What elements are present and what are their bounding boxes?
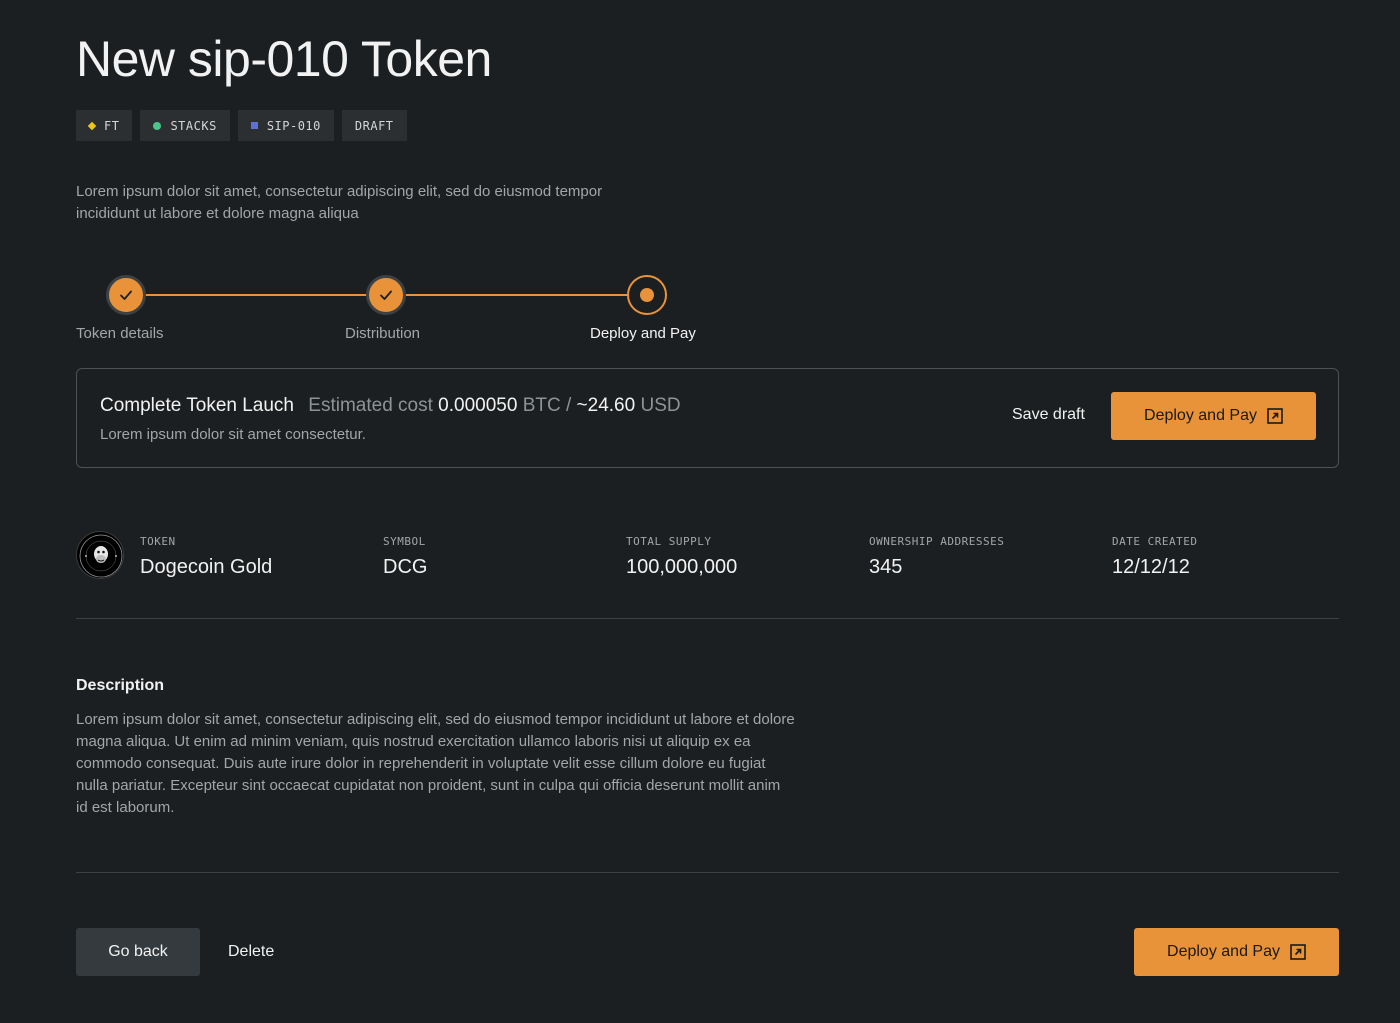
new-token-page: New sip-010 Token FT STACKS SIP-010 DRAF…: [0, 0, 1400, 1023]
date-created-field: DATE CREATED 12/12/12: [1112, 535, 1197, 579]
check-icon: [120, 290, 132, 300]
tag-list: FT STACKS SIP-010 DRAFT: [76, 110, 407, 141]
check-icon: [380, 290, 392, 300]
tag-stacks: STACKS: [140, 110, 230, 141]
page-title: New sip-010 Token: [76, 31, 492, 87]
launch-summary-card: Complete Token Lauch Estimated cost 0.00…: [76, 368, 1339, 468]
delete-button[interactable]: Delete: [228, 943, 274, 961]
symbol-label: SYMBOL: [383, 535, 426, 548]
section-divider: [76, 618, 1339, 619]
tag-label: DRAFT: [354, 118, 394, 133]
btc-unit: BTC /: [522, 395, 572, 416]
external-link-icon: [1267, 408, 1283, 424]
circle-icon: [153, 121, 162, 130]
description-body: Lorem ipsum dolor sit amet, consectetur …: [76, 711, 795, 816]
ownership-field: OWNERSHIP ADDRESSES 345: [869, 535, 1004, 579]
square-icon: [250, 122, 258, 129]
deploy-button-label: Deploy and Pay: [1144, 407, 1257, 424]
step-label-deploy[interactable]: Deploy and Pay: [590, 325, 696, 342]
date-created-value: 12/12/12: [1112, 556, 1190, 578]
step-distribution-indicator[interactable]: [366, 275, 406, 315]
symbol-field: SYMBOL DCG: [383, 535, 427, 579]
usd-value: ~24.60: [576, 395, 636, 416]
estimated-cost: Estimated cost 0.000050 BTC / ~24.60 USD: [308, 395, 680, 416]
go-back-button[interactable]: Go back: [76, 928, 200, 976]
footer-deploy-and-pay-button[interactable]: Deploy and Pay: [1134, 928, 1339, 976]
cost-prefix: Estimated cost: [308, 395, 433, 416]
token-info-row: TOKEN Dogecoin Gold SYMBOL DCG TOTAL SUP…: [76, 531, 1339, 591]
total-supply-field: TOTAL SUPPLY 100,000,000: [626, 535, 737, 579]
ownership-value: 345: [869, 556, 903, 578]
save-draft-button[interactable]: Save draft: [1012, 406, 1085, 424]
usd-unit: USD: [640, 395, 681, 416]
tag-draft: DRAFT: [341, 110, 407, 141]
total-supply-label: TOTAL SUPPLY: [626, 535, 712, 548]
intro-text: Lorem ipsum dolor sit amet, consectetur …: [76, 183, 603, 222]
total-supply-value: 100,000,000: [626, 556, 738, 578]
token-name-field: TOKEN Dogecoin Gold: [140, 535, 272, 579]
tag-label: STACKS: [170, 118, 217, 133]
step-connector: [386, 294, 629, 296]
diamond-icon: [87, 121, 97, 130]
deploy-and-pay-button[interactable]: Deploy and Pay: [1111, 392, 1316, 440]
tag-label: SIP-010: [266, 118, 321, 133]
step-deploy-indicator[interactable]: [627, 275, 667, 315]
token-label: TOKEN: [140, 535, 176, 548]
token-value: Dogecoin Gold: [140, 556, 273, 578]
symbol-value: DCG: [383, 556, 428, 578]
step-label-token-details[interactable]: Token details: [76, 325, 164, 342]
launch-heading: Complete Token Lauch Estimated cost 0.00…: [100, 395, 681, 417]
description-title: Description: [76, 677, 165, 694]
btc-value: 0.000050: [438, 395, 518, 416]
launch-subtitle: Lorem ipsum dolor sit amet consectetur.: [100, 426, 366, 443]
tag-sip-010: SIP-010: [237, 110, 334, 141]
step-label-distribution[interactable]: Distribution: [345, 325, 420, 342]
progress-stepper: Token details Distribution Deploy and Pa…: [76, 274, 716, 354]
dot-icon: [640, 288, 654, 302]
deploy-button-label: Deploy and Pay: [1167, 943, 1280, 960]
tag-label: FT: [104, 118, 120, 133]
step-token-details-indicator[interactable]: [106, 275, 146, 315]
ownership-label: OWNERSHIP ADDRESSES: [869, 535, 1005, 548]
ape-avatar-icon: [76, 531, 124, 579]
launch-title: Complete Token Lauch: [100, 395, 294, 416]
section-divider: [76, 872, 1339, 873]
token-logo-graphic: [79, 534, 123, 578]
date-created-label: DATE CREATED: [1112, 535, 1198, 548]
external-link-icon: [1290, 944, 1306, 960]
tag-ft: FT: [76, 110, 133, 141]
